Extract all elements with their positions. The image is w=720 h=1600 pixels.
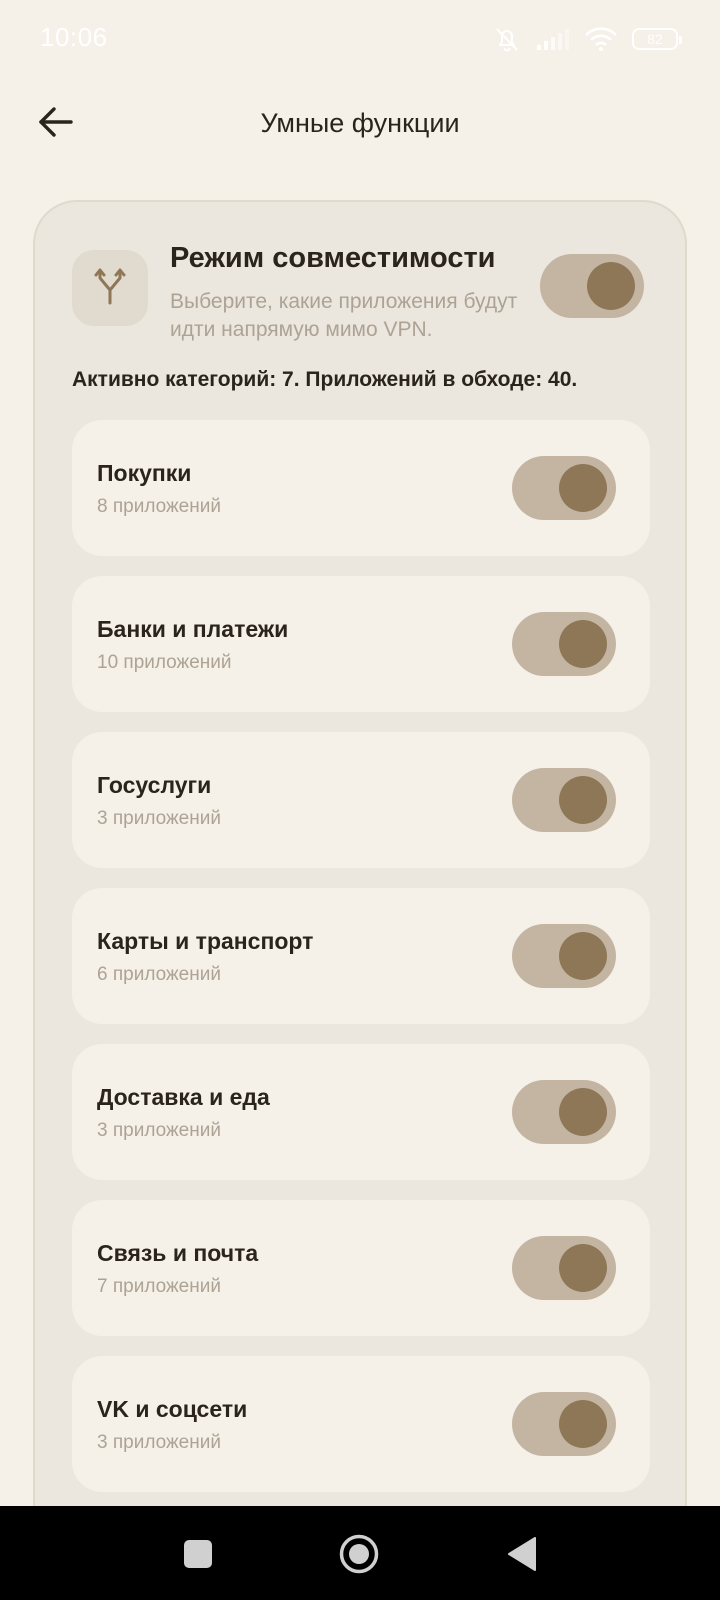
category-toggle-delivery[interactable] bbox=[512, 1080, 616, 1144]
toggle-knob bbox=[559, 464, 607, 512]
home-button[interactable] bbox=[337, 1534, 381, 1578]
category-name: Связь и почта bbox=[97, 1240, 259, 1266]
category-toggle-shopping[interactable] bbox=[512, 456, 616, 520]
category-list: Покупки 8 приложений Банки и платежи 10 … bbox=[72, 420, 650, 1512]
battery-icon: 82 bbox=[632, 28, 682, 50]
signal-icon bbox=[536, 27, 570, 51]
category-name: Доставка и еда bbox=[97, 1084, 270, 1110]
app-bar: Умные функции bbox=[0, 80, 720, 168]
toggle-knob bbox=[559, 1088, 607, 1136]
screen: 10:06 82 Умные функции Режим совместимос… bbox=[0, 0, 720, 1600]
category-name: Покупки bbox=[97, 460, 192, 486]
nav-back-button[interactable] bbox=[500, 1534, 544, 1578]
toggle-knob bbox=[587, 262, 635, 310]
compat-card: Режим совместимости Выберите, какие прил… bbox=[33, 200, 687, 1600]
category-toggle-social[interactable] bbox=[512, 1392, 616, 1456]
battery-level: 82 bbox=[647, 31, 663, 47]
compat-title: Режим совместимости bbox=[170, 242, 496, 274]
category-card-banks[interactable]: Банки и платежи 10 приложений bbox=[72, 576, 650, 712]
toggle-knob bbox=[559, 932, 607, 980]
category-count: 3 приложений bbox=[97, 1120, 221, 1141]
home-circle-icon bbox=[338, 1533, 380, 1580]
page-title: Умные функции bbox=[260, 108, 460, 138]
back-triangle-icon bbox=[507, 1536, 537, 1576]
compat-mode-toggle[interactable] bbox=[540, 254, 644, 318]
category-count: 10 приложений bbox=[97, 652, 232, 673]
wifi-icon bbox=[584, 26, 618, 52]
status-icons: 82 bbox=[492, 24, 682, 54]
category-toggle-mail[interactable] bbox=[512, 1236, 616, 1300]
category-toggle-gov-services[interactable] bbox=[512, 768, 616, 832]
compat-icon-tile bbox=[72, 250, 148, 326]
system-nav-bar bbox=[0, 1506, 720, 1600]
toggle-knob bbox=[559, 620, 607, 668]
status-bar: 10:06 82 bbox=[0, 0, 720, 80]
bell-off-icon bbox=[492, 24, 522, 54]
toggle-knob bbox=[559, 776, 607, 824]
category-count: 7 приложений bbox=[97, 1276, 221, 1297]
category-name: Карты и транспорт bbox=[97, 928, 314, 954]
category-name: VK и соцсети bbox=[97, 1396, 248, 1422]
category-count: 6 приложений bbox=[97, 964, 221, 985]
category-card-mail[interactable]: Связь и почта 7 приложений bbox=[72, 1200, 650, 1336]
category-toggle-maps[interactable] bbox=[512, 924, 616, 988]
category-name: Банки и платежи bbox=[97, 616, 289, 642]
category-card-gov-services[interactable]: Госуслуги 3 приложений bbox=[72, 732, 650, 868]
category-card-shopping[interactable]: Покупки 8 приложений bbox=[72, 420, 650, 556]
category-card-maps[interactable]: Карты и транспорт 6 приложений bbox=[72, 888, 650, 1024]
category-count: 3 приложений bbox=[97, 1432, 221, 1453]
category-count: 8 приложений bbox=[97, 496, 221, 517]
toggle-knob bbox=[559, 1400, 607, 1448]
compat-description: Выберите, какие приложения будут идти на… bbox=[170, 290, 518, 341]
summary-text: Активно категорий: 7. Приложений в обход… bbox=[72, 368, 578, 391]
category-toggle-banks[interactable] bbox=[512, 612, 616, 676]
status-time: 10:06 bbox=[40, 22, 108, 52]
category-count: 3 приложений bbox=[97, 808, 221, 829]
recents-button[interactable] bbox=[176, 1534, 220, 1578]
category-card-social[interactable]: VK и соцсети 3 приложений bbox=[72, 1356, 650, 1492]
toggle-knob bbox=[559, 1244, 607, 1292]
category-name: Госуслуги bbox=[97, 772, 212, 798]
recents-square-icon bbox=[183, 1539, 213, 1574]
split-arrows-icon bbox=[93, 266, 127, 311]
category-card-delivery[interactable]: Доставка и еда 3 приложений bbox=[72, 1044, 650, 1180]
